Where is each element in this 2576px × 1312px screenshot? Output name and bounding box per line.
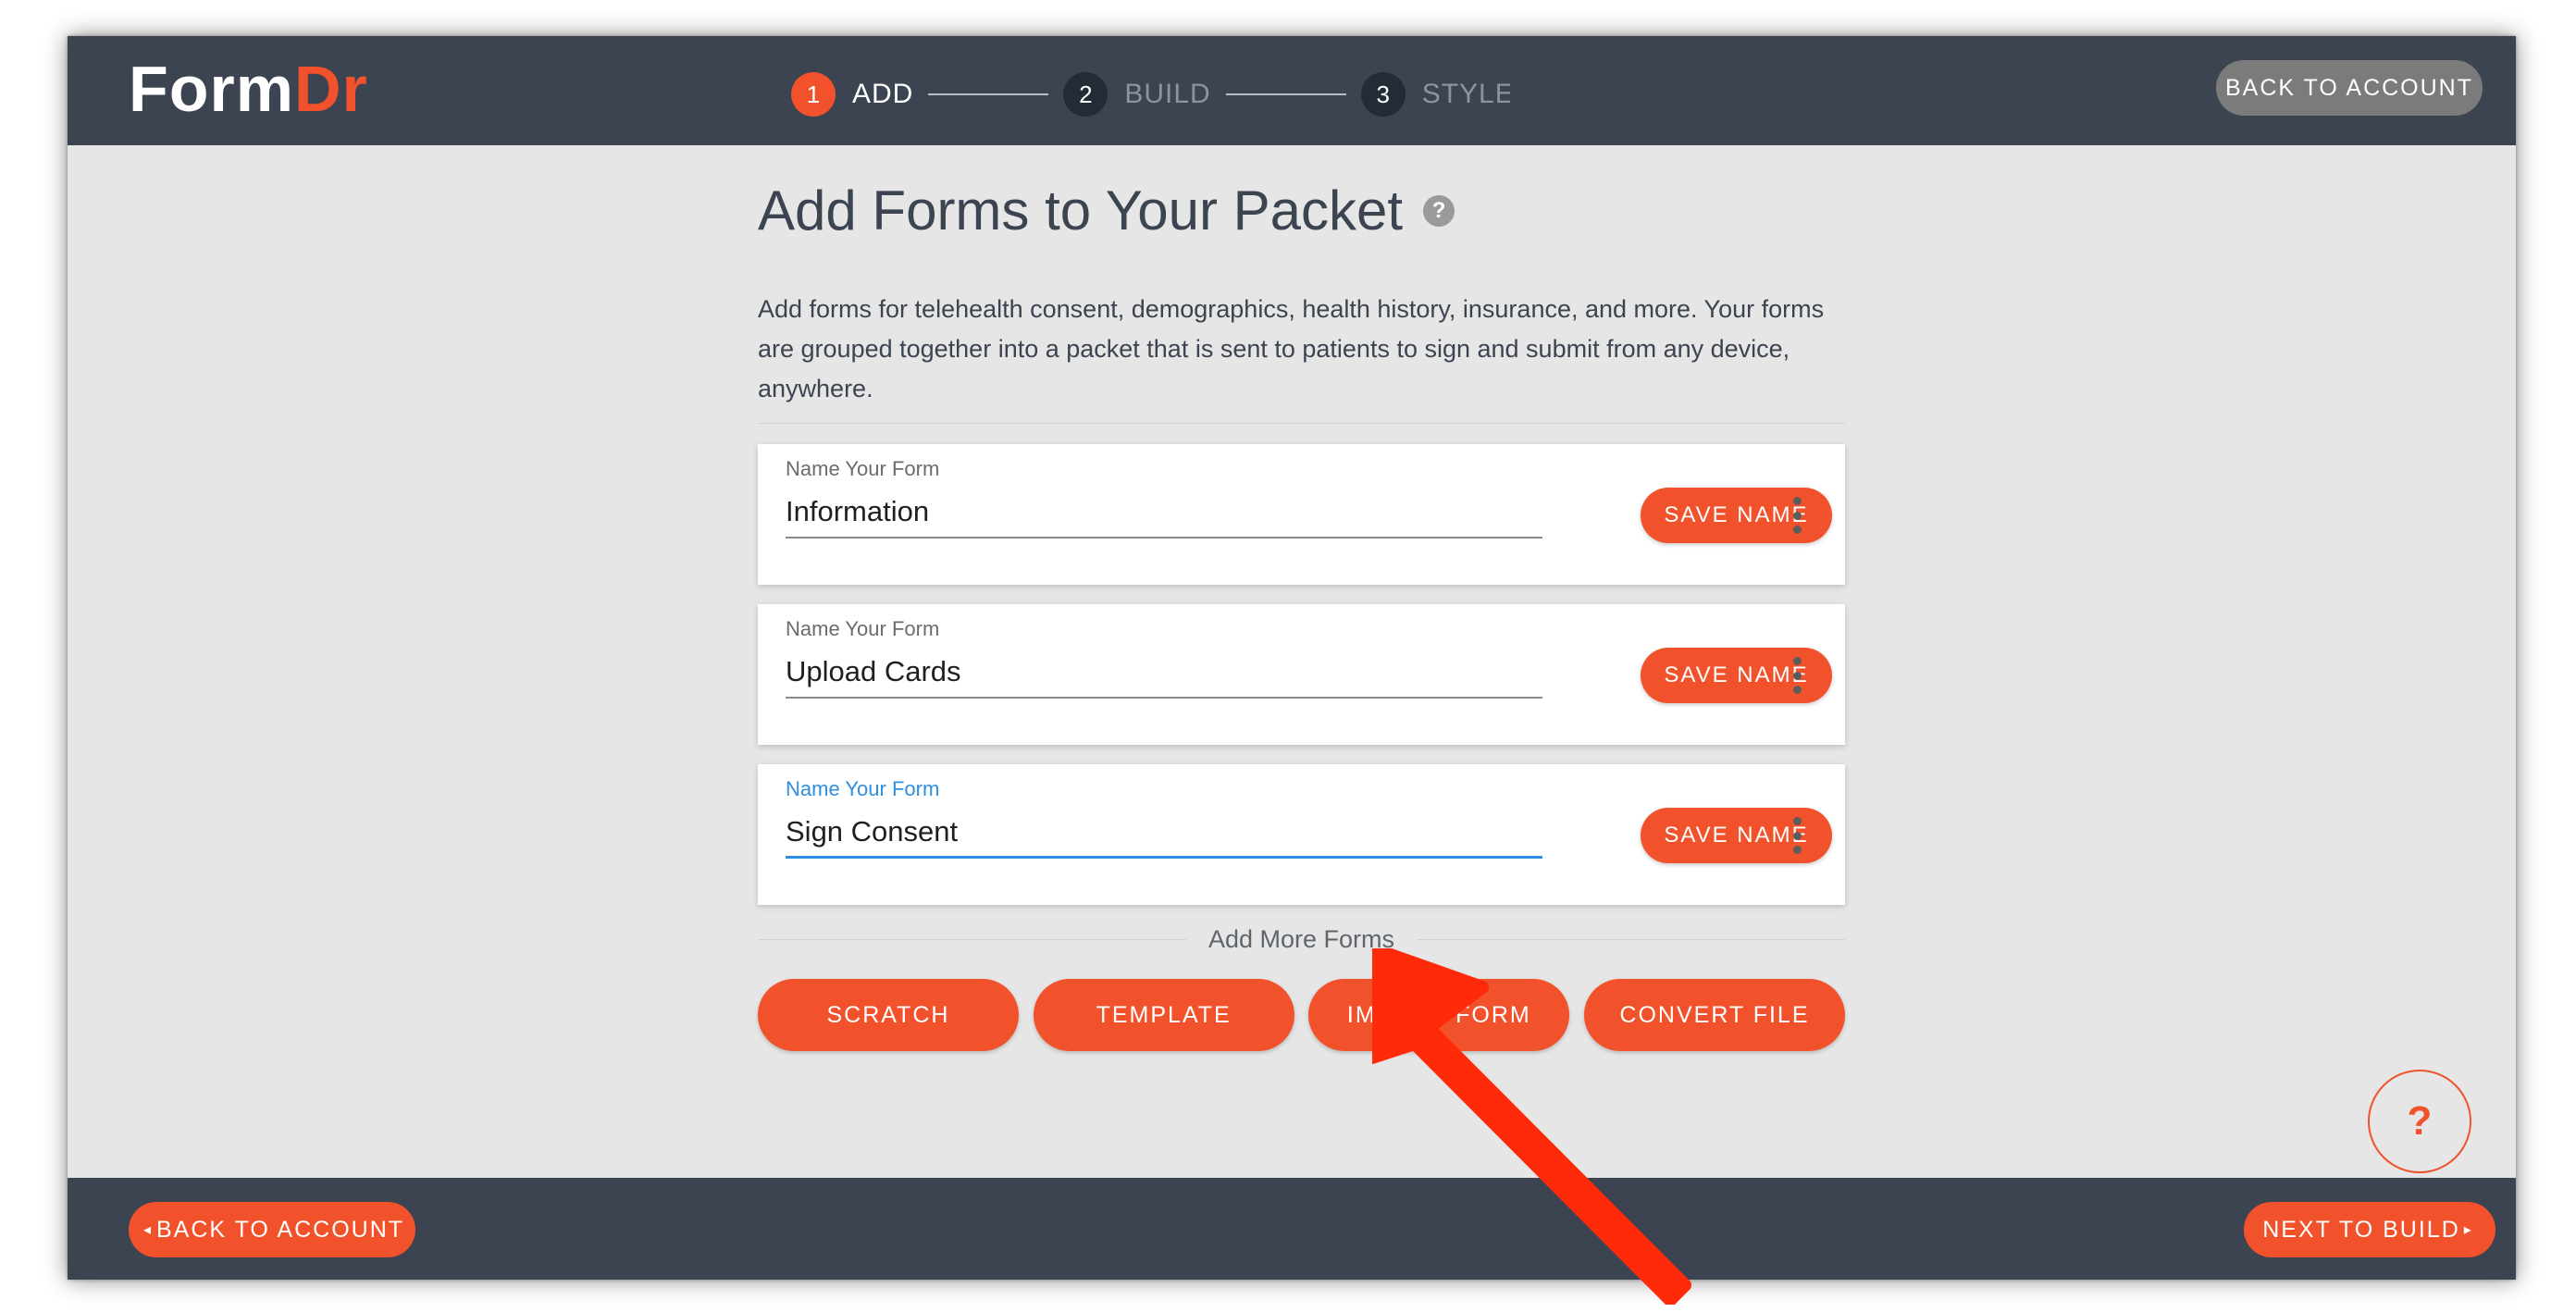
- app-window: Form Dr 1 ADD 2 BUILD 3 STYLE BACK TO ACC…: [68, 36, 2516, 1280]
- footer-next-label: NEXT TO BUILD: [2262, 1216, 2460, 1243]
- top-header: Form Dr 1 ADD 2 BUILD 3 STYLE BACK TO ACC…: [68, 36, 2516, 145]
- next-to-build-button[interactable]: NEXT TO BUILD ▸: [2244, 1202, 2496, 1257]
- main-content: Add Forms to Your Packet ? Add forms for…: [68, 145, 2516, 1214]
- footer-back-to-account-button[interactable]: ◂ BACK TO ACCOUNT: [129, 1202, 415, 1257]
- red-arrow-icon: [1372, 948, 1691, 1305]
- help-fab-button[interactable]: ?: [2368, 1070, 2471, 1173]
- step-connector: [1225, 93, 1346, 95]
- form-name-label: Name Your Form: [786, 457, 940, 480]
- form-card: Name Your Form SAVE NAME: [758, 764, 1845, 905]
- step-build[interactable]: 2 BUILD: [1063, 72, 1210, 117]
- step-number: 1: [791, 72, 836, 117]
- more-vertical-icon[interactable]: [1789, 497, 1805, 534]
- logo-text-dr: Dr: [294, 53, 368, 125]
- template-button[interactable]: TEMPLATE: [1033, 979, 1294, 1051]
- form-card: Name Your Form SAVE NAME: [758, 604, 1845, 745]
- step-label: BUILD: [1124, 79, 1211, 109]
- scratch-button[interactable]: SCRATCH: [758, 979, 1019, 1051]
- bottom-footer: ◂ BACK TO ACCOUNT NEXT TO BUILD ▸: [68, 1178, 2516, 1280]
- title-row: Add Forms to Your Packet ?: [758, 179, 1455, 242]
- form-name-label: Name Your Form: [786, 777, 940, 800]
- caret-left-icon: ◂: [142, 1222, 153, 1238]
- help-icon[interactable]: ?: [1423, 194, 1455, 227]
- more-vertical-icon[interactable]: [1789, 817, 1805, 854]
- form-name-input[interactable]: [786, 807, 1542, 859]
- step-style[interactable]: 3 STYLE: [1360, 72, 1510, 117]
- step-label: ADD: [852, 79, 914, 109]
- progress-stepper: 1 ADD 2 BUILD 3 STYLE: [791, 62, 1510, 127]
- step-label: STYLE: [1421, 79, 1510, 109]
- form-name-input[interactable]: [786, 487, 1542, 538]
- page-title: Add Forms to Your Packet: [758, 179, 1404, 241]
- caret-right-icon: ▸: [2463, 1222, 2473, 1238]
- more-vertical-icon[interactable]: [1789, 657, 1805, 694]
- page-description: Add forms for telehealth consent, demogr…: [758, 295, 1825, 402]
- formdr-logo[interactable]: Form Dr: [129, 47, 368, 130]
- step-number: 2: [1063, 72, 1108, 117]
- logo-text-form: Form: [129, 53, 294, 125]
- step-number: 3: [1360, 72, 1406, 117]
- step-connector: [928, 93, 1049, 95]
- footer-back-label: BACK TO ACCOUNT: [156, 1216, 405, 1243]
- form-card: Name Your Form SAVE NAME: [758, 444, 1845, 585]
- back-to-account-button[interactable]: BACK TO ACCOUNT: [2216, 60, 2483, 116]
- step-add[interactable]: 1 ADD: [791, 72, 913, 117]
- form-name-input[interactable]: [786, 647, 1542, 699]
- divider: [758, 423, 1845, 424]
- form-name-label: Name Your Form: [786, 617, 940, 640]
